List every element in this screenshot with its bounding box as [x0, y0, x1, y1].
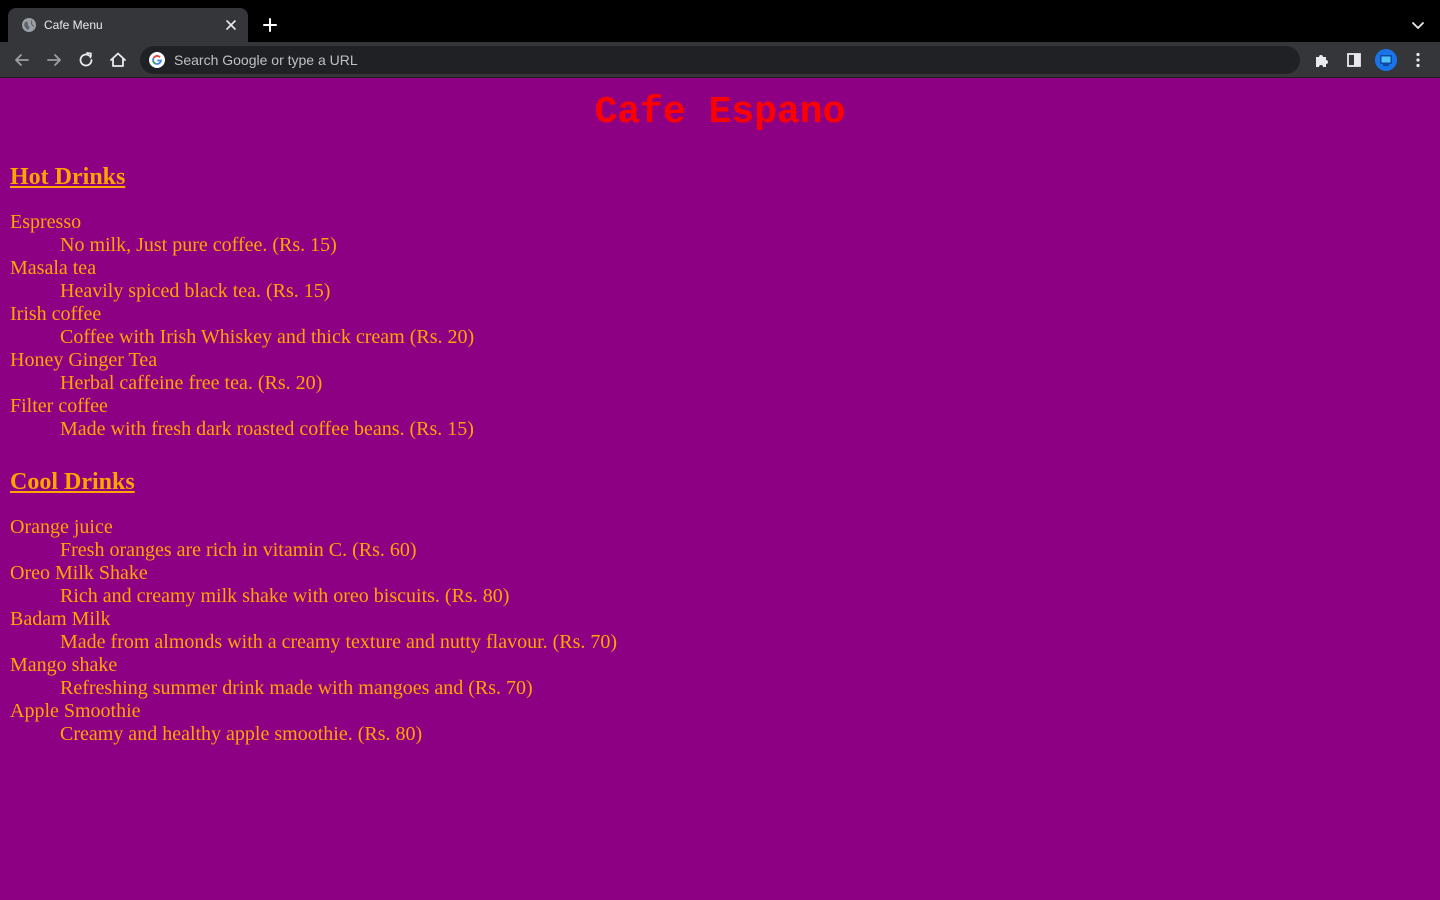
hot-drinks-section: Hot Drinks Espresso No milk, Just pure c… — [10, 163, 474, 441]
browser-toolbar — [0, 42, 1440, 78]
search-input[interactable] — [174, 46, 1274, 74]
menu-item-name: Mango shake — [10, 654, 118, 676]
menu-item-description: Made from almonds with a creamy texture … — [60, 631, 618, 653]
page-content: Cafe Espano Hot Drinks Espresso No milk,… — [0, 79, 1440, 900]
menu-item-description: Heavily spiced black tea. (Rs. 15) — [60, 280, 331, 302]
menu-item-description: Fresh oranges are rich in vitamin C. (Rs… — [60, 539, 417, 561]
avatar-image — [1375, 49, 1397, 71]
globe-icon — [22, 18, 36, 32]
menu-item-name: Orange juice — [10, 516, 113, 538]
kebab-menu-icon[interactable] — [1408, 50, 1428, 70]
google-icon — [149, 52, 165, 68]
tab-strip: Cafe Menu — [0, 0, 1440, 42]
menu-item-name: Honey Ginger Tea — [10, 349, 158, 371]
cool-drinks-section: Cool Drinks Orange juice Fresh oranges a… — [10, 468, 617, 746]
tab-cafe-menu[interactable]: Cafe Menu — [8, 8, 248, 42]
forward-arrow-icon[interactable] — [44, 50, 64, 70]
menu-item-name: Espresso — [10, 211, 82, 233]
address-bar[interactable] — [140, 46, 1300, 74]
menu-item-name: Irish coffee — [10, 303, 102, 325]
menu-item-name: Oreo Milk Shake — [10, 562, 148, 584]
menu-item-name: Apple Smoothie — [10, 700, 141, 722]
menu-item-description: Herbal caffeine free tea. (Rs. 20) — [60, 372, 323, 394]
close-icon[interactable] — [223, 17, 239, 33]
hot-drinks-list: Espresso No milk, Just pure coffee. (Rs.… — [10, 211, 474, 441]
avatar[interactable] — [1375, 49, 1397, 71]
menu-item-description: Refreshing summer drink made with mangoe… — [60, 677, 533, 699]
cool-drinks-list: Orange juice Fresh oranges are rich in v… — [10, 516, 617, 746]
side-panel-icon[interactable] — [1344, 50, 1364, 70]
menu-item-description: No milk, Just pure coffee. (Rs. 15) — [60, 234, 337, 256]
section-heading-cool-drinks: Cool Drinks — [10, 469, 135, 495]
menu-item-description: Made with fresh dark roasted coffee bean… — [60, 418, 474, 440]
puzzle-icon[interactable] — [1312, 50, 1332, 70]
menu-item-name: Badam Milk — [10, 608, 111, 630]
home-icon[interactable] — [108, 50, 128, 70]
page-title: Cafe Espano — [594, 91, 846, 134]
menu-item-name: Filter coffee — [10, 395, 108, 417]
plus-icon[interactable] — [260, 15, 280, 35]
menu-item-name: Masala tea — [10, 257, 97, 279]
menu-item-description: Coffee with Irish Whiskey and thick crea… — [60, 326, 475, 348]
menu-item-description: Creamy and healthy apple smoothie. (Rs. … — [60, 723, 423, 745]
chevron-down-icon[interactable] — [1408, 15, 1428, 35]
menu-item-description: Rich and creamy milk shake with oreo bis… — [60, 585, 510, 607]
back-arrow-icon[interactable] — [12, 50, 32, 70]
reload-icon[interactable] — [76, 50, 96, 70]
tab-title: Cafe Menu — [44, 18, 103, 32]
section-heading-hot-drinks: Hot Drinks — [10, 164, 126, 190]
